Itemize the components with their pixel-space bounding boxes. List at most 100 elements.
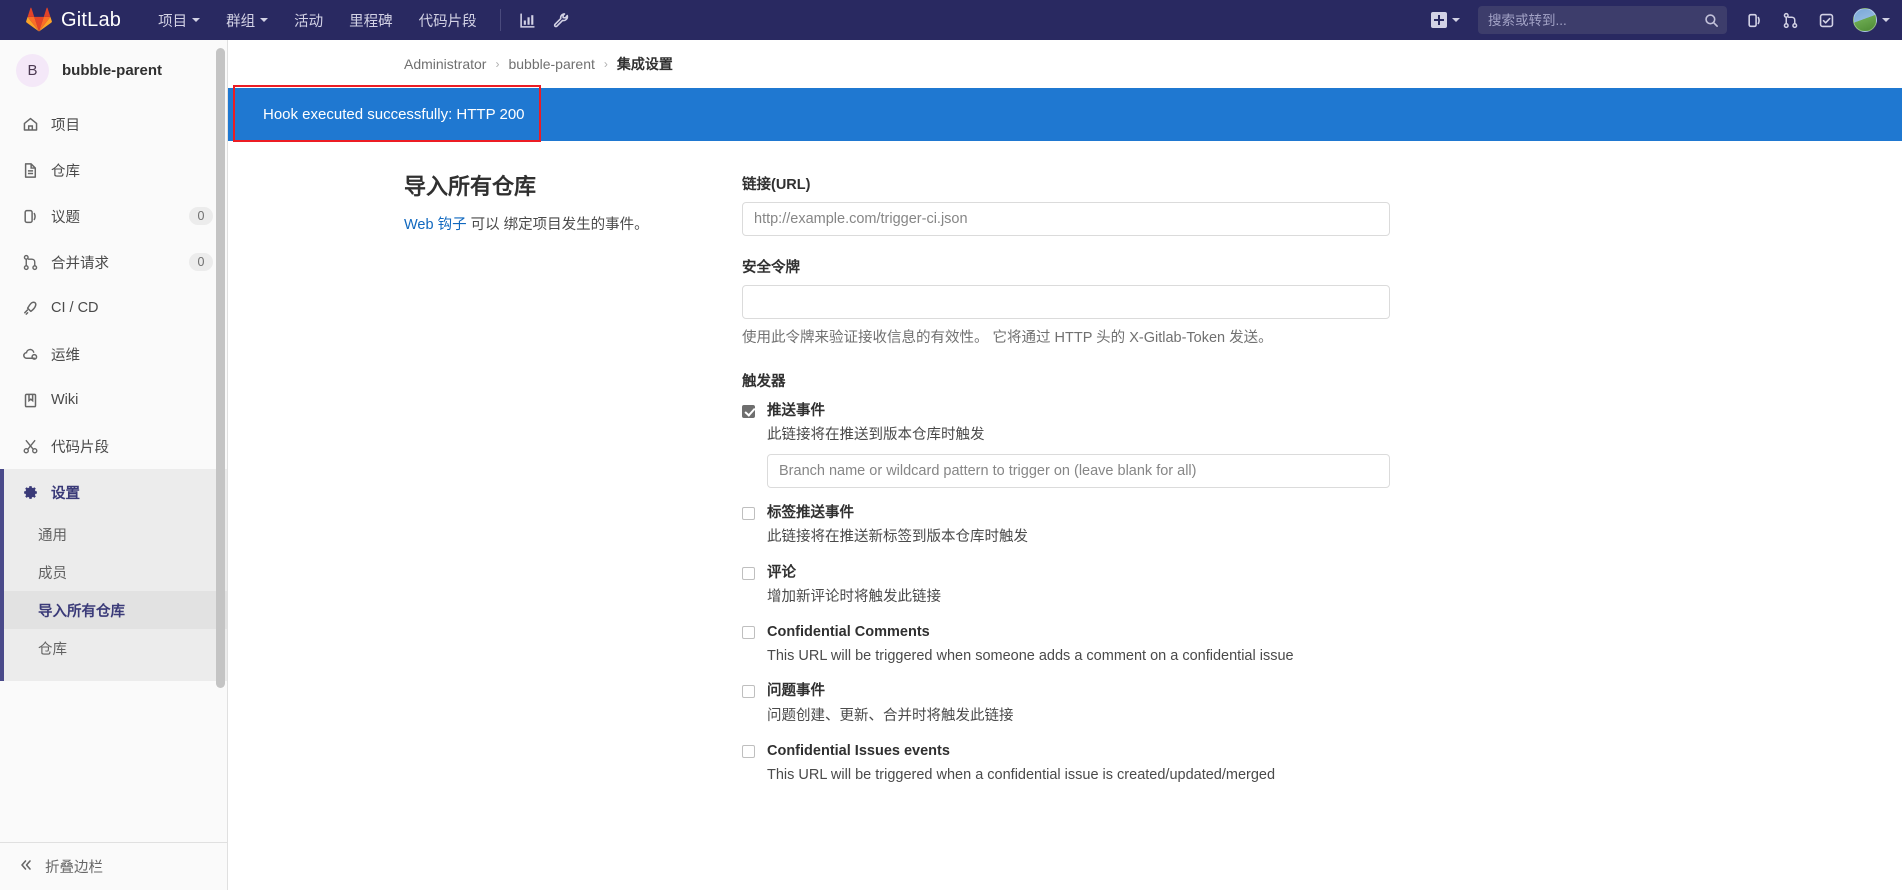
trigger-confidential-comments-checkbox[interactable] — [742, 626, 755, 639]
success-alert: Hook executed successfully: HTTP 200 — [228, 88, 1902, 141]
trigger-confidential-issues-events-desc: This URL will be triggered when a confid… — [767, 765, 1402, 785]
breadcrumb-current: 集成设置 — [617, 54, 673, 74]
sidebar-item-snippets[interactable]: 代码片段 — [0, 423, 227, 469]
nav-projects-label: 项目 — [158, 10, 187, 31]
sidebar-item-operations[interactable]: 运维 — [0, 331, 227, 377]
sidebar-item-project-label: 项目 — [51, 114, 213, 135]
top-navbar: GitLab 项目 群组 活动 里程碑 代码片段 — [0, 0, 1902, 40]
book-icon — [21, 392, 40, 409]
trigger-tag-push-events-checkbox[interactable] — [742, 507, 755, 520]
search-box[interactable] — [1478, 6, 1727, 34]
trigger-confidential-issues-events-row: Confidential Issues events This URL will… — [742, 742, 1402, 785]
sidebar-subitem-members[interactable]: 成员 — [0, 553, 227, 591]
sidebar-item-project[interactable]: 项目 — [0, 101, 227, 147]
token-input[interactable] — [742, 285, 1390, 319]
home-icon — [21, 116, 40, 133]
issues-icon[interactable] — [1737, 0, 1771, 40]
sidebar-item-settings[interactable]: 设置 — [0, 469, 227, 515]
trigger-confidential-comments-row: Confidential Comments This URL will be t… — [742, 623, 1402, 666]
main-content: Administrator › bubble-parent › 集成设置 Hoo… — [228, 40, 1902, 890]
search-input[interactable] — [1488, 13, 1704, 28]
trigger-push-events-row: 推送事件 此链接将在推送到版本仓库时触发 — [742, 402, 1402, 488]
nav-groups[interactable]: 群组 — [213, 0, 281, 40]
nav-snippets[interactable]: 代码片段 — [406, 0, 490, 40]
token-field-group: 安全令牌 使用此令牌来验证接收信息的有效性。 它将通过 HTTP 头的 X-Gi… — [742, 256, 1402, 350]
trigger-comments-checkbox[interactable] — [742, 567, 755, 580]
page-title: 导入所有仓库 — [404, 169, 712, 201]
sidebar-item-ci-cd-label: CI / CD — [51, 300, 213, 316]
sidebar-scroll-area: B bubble-parent 项目 — [0, 40, 227, 842]
section-description-rest: 可以 绑定项目发生的事件。 — [467, 217, 649, 233]
trigger-confidential-comments-body: Confidential Comments This URL will be t… — [767, 623, 1402, 666]
sidebar-item-repository-label: 仓库 — [51, 160, 213, 181]
todos-icon[interactable] — [1809, 0, 1843, 40]
trigger-confidential-issues-events-checkbox[interactable] — [742, 745, 755, 758]
breadcrumb-project[interactable]: bubble-parent — [508, 56, 594, 72]
avatar — [1853, 8, 1877, 32]
trigger-issues-events-label[interactable]: 问题事件 — [767, 682, 1402, 700]
sidebar-project-header[interactable]: B bubble-parent — [0, 40, 227, 101]
user-menu[interactable] — [1853, 8, 1890, 32]
nav-activity[interactable]: 活动 — [281, 0, 336, 40]
trigger-confidential-issues-events-body: Confidential Issues events This URL will… — [767, 742, 1402, 785]
section-description-column: 导入所有仓库 Web 钩子 可以 绑定项目发生的事件。 — [228, 169, 742, 801]
chart-icon[interactable] — [511, 0, 545, 40]
sidebar-subitem-integrations[interactable]: 导入所有仓库 — [0, 591, 227, 629]
trigger-tag-push-events-label[interactable]: 标签推送事件 — [767, 504, 1402, 522]
sidebar-subitem-general[interactable]: 通用 — [0, 515, 227, 553]
trigger-push-events-checkbox[interactable] — [742, 405, 755, 418]
trigger-issues-events-desc: 问题创建、更新、合并时将触发此链接 — [767, 706, 1402, 726]
sidebar-item-merge-requests[interactable]: 合并请求 0 — [0, 239, 227, 285]
new-item-dropdown[interactable] — [1423, 0, 1468, 40]
collapse-sidebar-button[interactable]: 折叠边栏 — [0, 842, 227, 890]
wrench-icon[interactable] — [545, 0, 579, 40]
trigger-comments-label[interactable]: 评论 — [767, 564, 1402, 582]
scissors-icon — [21, 438, 40, 455]
chevron-down-icon — [192, 18, 200, 22]
gitlab-brand[interactable]: GitLab — [26, 7, 121, 33]
trigger-tag-push-events-body: 标签推送事件 此链接将在推送新标签到版本仓库时触发 — [767, 504, 1402, 547]
trigger-push-events-branch-input[interactable] — [767, 454, 1390, 488]
file-icon — [21, 162, 40, 179]
trigger-issues-events-checkbox[interactable] — [742, 685, 755, 698]
chevron-down-icon — [260, 18, 268, 22]
nav-milestones[interactable]: 里程碑 — [336, 0, 406, 40]
sidebar-item-operations-label: 运维 — [51, 344, 213, 365]
search-icon[interactable] — [1704, 13, 1719, 28]
navbar-divider — [500, 9, 501, 31]
url-input[interactable] — [742, 202, 1390, 236]
sidebar-subitem-repository[interactable]: 仓库 — [0, 629, 227, 667]
trigger-confidential-comments-label[interactable]: Confidential Comments — [767, 623, 1402, 641]
sidebar-subitem-general-label: 通用 — [38, 524, 67, 545]
settings-submenu: 通用 成员 导入所有仓库 仓库 — [0, 515, 227, 681]
breadcrumb-administrator[interactable]: Administrator — [404, 56, 486, 72]
sidebar-item-ci-cd[interactable]: CI / CD — [0, 285, 227, 331]
nav-projects[interactable]: 项目 — [145, 0, 213, 40]
breadcrumb-separator: › — [495, 57, 499, 71]
nav-groups-label: 群组 — [226, 10, 255, 31]
plus-icon — [1431, 12, 1447, 28]
sidebar-scrollbar[interactable] — [216, 48, 225, 688]
sidebar-item-issues[interactable]: 议题 0 — [0, 193, 227, 239]
trigger-push-events-body: 推送事件 此链接将在推送到版本仓库时触发 — [767, 402, 1402, 488]
gear-icon — [21, 484, 40, 501]
breadcrumb-separator: › — [604, 57, 608, 71]
token-help-text: 使用此令牌来验证接收信息的有效性。 它将通过 HTTP 头的 X-Gitlab-… — [742, 328, 1402, 350]
webhook-doc-link[interactable]: Web 钩子 — [404, 217, 467, 233]
merge-requests-icon — [21, 254, 40, 271]
rocket-icon — [21, 300, 40, 317]
gitlab-brand-text: GitLab — [61, 9, 121, 32]
sidebar-item-repository[interactable]: 仓库 — [0, 147, 227, 193]
trigger-comments-row: 评论 增加新评论时将触发此链接 — [742, 564, 1402, 607]
alert-message: Hook executed successfully: HTTP 200 — [263, 106, 525, 123]
trigger-push-events-label[interactable]: 推送事件 — [767, 402, 1402, 420]
sidebar-item-wiki[interactable]: Wiki — [0, 377, 227, 423]
nav-milestones-label: 里程碑 — [349, 10, 393, 31]
url-label: 链接(URL) — [742, 173, 1402, 194]
chevron-down-icon — [1452, 18, 1460, 22]
sidebar-item-wiki-label: Wiki — [51, 392, 213, 408]
sidebar-subitem-integrations-label: 导入所有仓库 — [38, 600, 125, 621]
merge-requests-icon[interactable] — [1773, 0, 1807, 40]
trigger-confidential-issues-events-label[interactable]: Confidential Issues events — [767, 742, 1402, 760]
sidebar-item-merge-requests-label: 合并请求 — [51, 252, 189, 273]
